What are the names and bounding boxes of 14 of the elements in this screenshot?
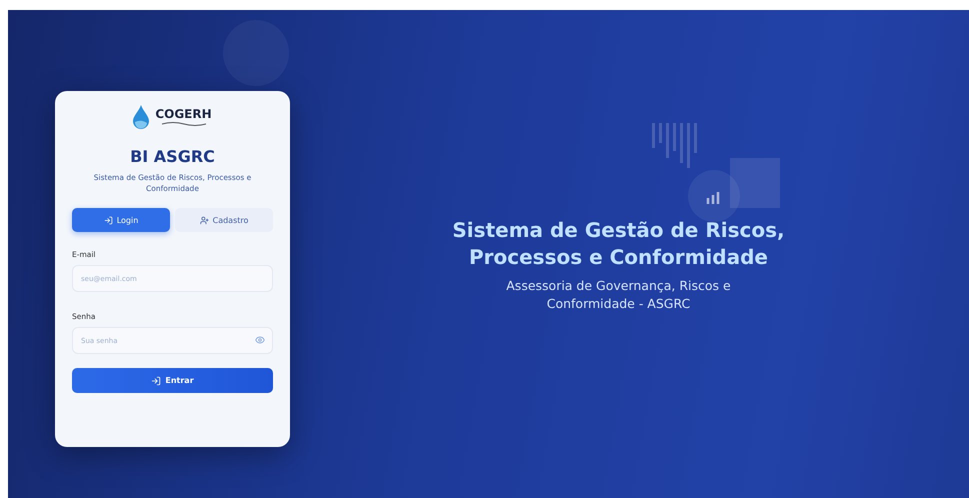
brand-name: COGERH — [155, 107, 212, 121]
water-drop-icon — [133, 105, 150, 129]
login-icon — [151, 376, 162, 386]
chart-tile-icon — [688, 158, 780, 223]
user-plus-icon — [200, 216, 209, 224]
hero-title: Sistema de Gestão de Riscos, Processos e Conformidade — [451, 217, 786, 271]
hero-subtitle: Assessoria de Governança, Riscos e Conformidade - ASGRC — [505, 277, 732, 313]
submit-button[interactable]: Entrar — [72, 368, 273, 393]
tab[interactable]: Login — [72, 208, 170, 232]
wave-icon — [162, 121, 206, 127]
login-icon — [104, 216, 113, 224]
eye-icon[interactable] — [255, 335, 265, 345]
tab[interactable]: Cadastro — [175, 208, 273, 232]
app-title: BI ASGRC — [129, 147, 216, 166]
